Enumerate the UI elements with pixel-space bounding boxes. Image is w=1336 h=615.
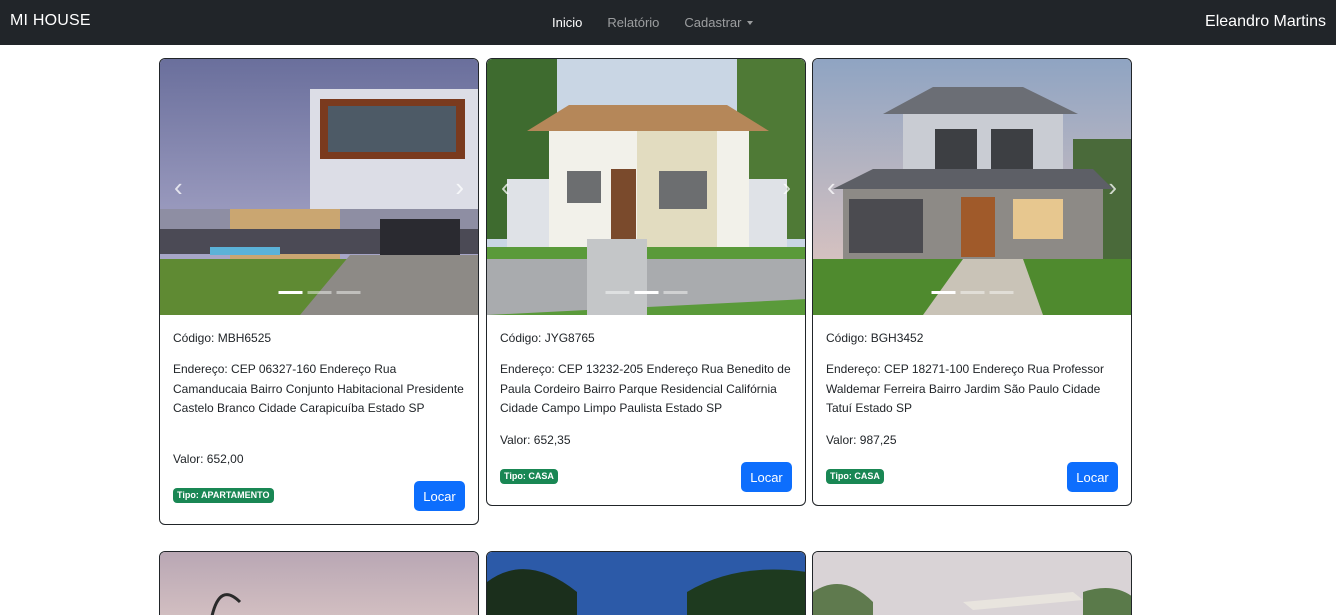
house-photo [487, 59, 805, 315]
property-card: ‹ › Código: JYG8765 Endereço: CEP 13232-… [486, 58, 806, 506]
brand-logo[interactable]: MI HOUSE [10, 12, 91, 30]
carousel-indicator[interactable] [307, 291, 331, 294]
carousel-indicator[interactable] [960, 291, 984, 294]
card-body: Código: JYG8765 Endereço: CEP 13232-205 … [487, 315, 805, 505]
nav-links: Inicio Relatório Cadastrar [552, 15, 778, 30]
house-photo [813, 59, 1131, 315]
carousel-next-icon[interactable]: › [782, 174, 791, 200]
nav-cadastrar-dropdown[interactable]: Cadastrar [684, 15, 754, 30]
carousel-next-icon[interactable]: › [1108, 174, 1117, 200]
locar-button[interactable]: Locar [414, 481, 465, 511]
nav-cadastrar-label: Cadastrar [684, 15, 742, 30]
house-photo [160, 59, 478, 315]
carousel-next-icon[interactable]: › [455, 174, 464, 200]
carousel-indicators [603, 291, 690, 294]
user-name[interactable]: Eleandro Martins [1205, 13, 1326, 31]
property-carousel[interactable]: ‹ › [487, 59, 805, 315]
carousel-prev-icon[interactable]: ‹ [827, 174, 836, 200]
property-price: Valor: 652,00 [173, 452, 244, 466]
navbar: MI HOUSE Inicio Relatório Cadastrar Elea… [0, 0, 1336, 45]
property-code: Código: JYG8765 [500, 331, 595, 345]
locar-button[interactable]: Locar [741, 462, 792, 492]
house-photo[interactable] [487, 552, 806, 615]
property-address: Endereço: CEP 06327-160 Endereço Rua Cam… [173, 362, 464, 415]
carousel-indicator[interactable] [931, 291, 955, 294]
property-code: Código: BGH3452 [826, 331, 924, 345]
chevron-down-icon [747, 21, 754, 25]
carousel-indicator[interactable] [605, 291, 629, 294]
property-card [159, 551, 479, 615]
carousel-indicator[interactable] [634, 291, 658, 294]
property-carousel[interactable]: ‹ › [813, 59, 1131, 315]
nav-relatorio[interactable]: Relatório [607, 15, 659, 30]
property-address: Endereço: CEP 13232-205 Endereço Rua Ben… [500, 362, 791, 415]
property-type-badge: Tipo: APARTAMENTO [173, 488, 274, 503]
property-card: ‹ › Código: MBH6525 Endereço: CEP 06327-… [159, 58, 479, 525]
property-type-badge: Tipo: CASA [500, 469, 558, 484]
carousel-prev-icon[interactable]: ‹ [501, 174, 510, 200]
carousel-indicator[interactable] [278, 291, 302, 294]
property-code: Código: MBH6525 [173, 331, 272, 345]
property-address: Endereço: CEP 18271-100 Endereço Rua Pro… [826, 362, 1104, 415]
property-price: Valor: 652,35 [500, 433, 571, 447]
carousel-indicator[interactable] [336, 291, 360, 294]
locar-button[interactable]: Locar [1067, 462, 1118, 492]
house-photo[interactable] [160, 552, 479, 615]
carousel-prev-icon[interactable]: ‹ [174, 174, 183, 200]
property-price: Valor: 987,25 [826, 433, 897, 447]
carousel-indicator[interactable] [989, 291, 1013, 294]
carousel-indicators [929, 291, 1016, 294]
property-carousel[interactable]: ‹ › [160, 59, 478, 315]
card-body: Código: MBH6525 Endereço: CEP 06327-160 … [160, 315, 478, 524]
property-card [486, 551, 806, 615]
nav-inicio[interactable]: Inicio [552, 15, 582, 30]
house-photo[interactable] [813, 552, 1132, 615]
property-card: ‹ › Código: BGH3452 Endereço: CEP 18271-… [812, 58, 1132, 506]
property-type-badge: Tipo: CASA [826, 469, 884, 484]
property-card [812, 551, 1132, 615]
carousel-indicator[interactable] [663, 291, 687, 294]
card-body: Código: BGH3452 Endereço: CEP 18271-100 … [813, 315, 1131, 505]
carousel-indicators [276, 291, 363, 294]
